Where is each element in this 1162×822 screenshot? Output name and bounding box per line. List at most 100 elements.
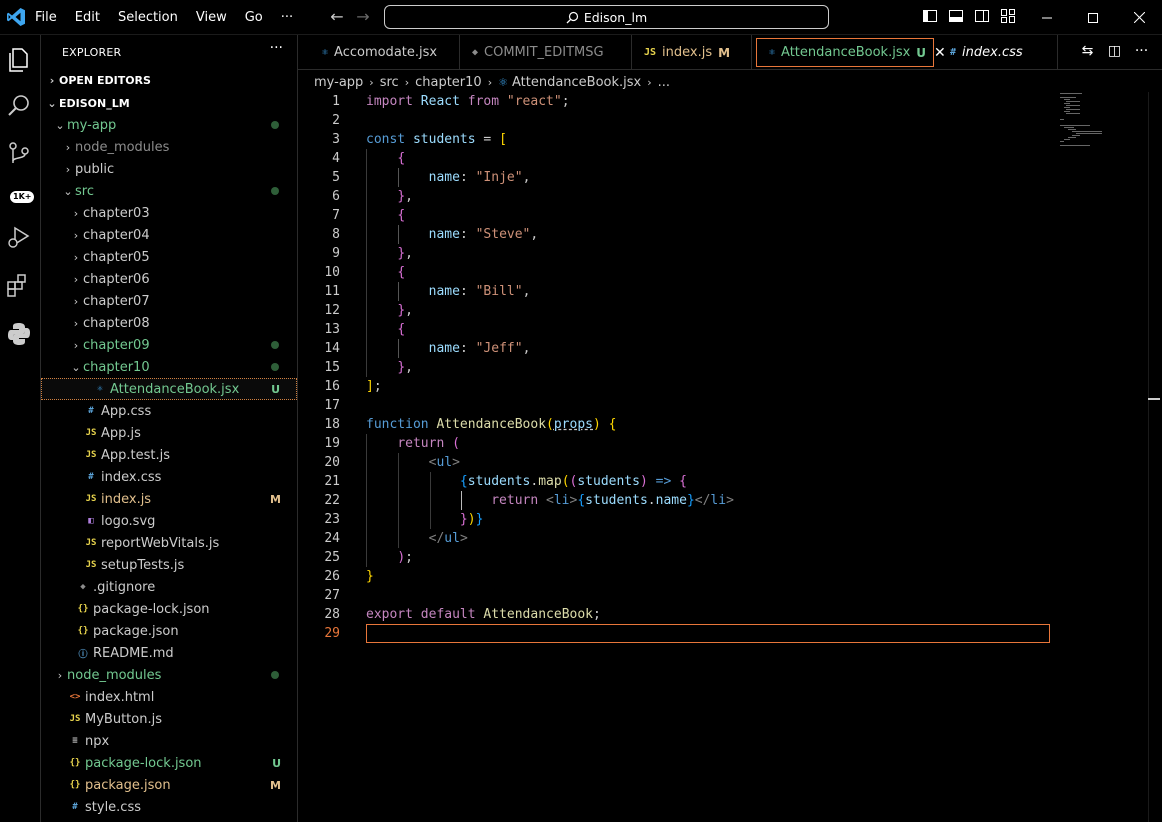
file-type-icon: ⚛: [97, 384, 103, 394]
close-window-button[interactable]: [1116, 0, 1162, 35]
chevron-right-icon: ›: [65, 140, 71, 154]
tab-label: COMMIT_EDITMSG: [484, 45, 604, 60]
breadcrumb-item[interactable]: chapter10: [415, 75, 482, 90]
open-editors-section[interactable]: › OPEN EDITORS: [41, 69, 297, 91]
file-type-icon: ≡: [72, 736, 78, 746]
folder-row[interactable]: ⌄ my-app: [41, 114, 297, 136]
file-row[interactable]: {} package-lock.json: [41, 598, 297, 620]
explorer-icon[interactable]: [4, 45, 34, 75]
vertical-scrollbar[interactable]: [1148, 92, 1149, 822]
code-editor[interactable]: 1 import React from "react"; 2 3 const stu…: [298, 92, 1148, 822]
workspace-root[interactable]: ⌄ EDISON_LM: [41, 92, 297, 114]
indent-guide: [366, 434, 367, 567]
file-row[interactable]: JS reportWebVitals.js: [41, 532, 297, 554]
folder-row[interactable]: › chapter08: [41, 312, 297, 334]
folder-row[interactable]: › chapter03: [41, 202, 297, 224]
menu-go[interactable]: Go: [236, 0, 272, 35]
menu-view[interactable]: View: [187, 0, 236, 35]
folder-row[interactable]: › chapter07: [41, 290, 297, 312]
file-row[interactable]: ◆ .gitignore: [41, 576, 297, 598]
chevron-right-icon: ›: [73, 250, 79, 264]
tab-index-css[interactable]: # index.css: [938, 35, 1058, 70]
breadcrumb-item[interactable]: src: [380, 75, 399, 90]
code-line: 25 );: [324, 550, 413, 565]
file-row[interactable]: {} package.json M: [41, 774, 297, 796]
menu-file[interactable]: File: [26, 0, 66, 35]
explorer-more-button[interactable]: ···: [270, 40, 283, 56]
react-icon: ⚛: [498, 75, 508, 89]
tab-index-js[interactable]: JS index.js M: [632, 35, 752, 70]
run-and-debug-icon[interactable]: [4, 222, 34, 252]
toggle-panel-icon[interactable]: [948, 8, 965, 25]
menu-selection[interactable]: Selection: [109, 0, 187, 35]
tree-item-label: node_modules: [75, 139, 170, 155]
extensions-icon[interactable]: [4, 271, 34, 301]
tree-item-label: index.css: [101, 469, 162, 485]
file-row[interactable]: ◧ logo.svg: [41, 510, 297, 532]
file-row[interactable]: <> index.html: [41, 686, 297, 708]
file-row[interactable]: # style.css: [41, 796, 297, 818]
back-arrow-icon[interactable]: ←: [328, 8, 346, 26]
chevron-right-icon: ›: [369, 75, 374, 89]
folder-row[interactable]: › node_modules: [41, 664, 297, 686]
tree-item-label: package-lock.json: [85, 755, 202, 771]
file-row[interactable]: {} package.json: [41, 620, 297, 642]
menu-edit[interactable]: Edit: [66, 0, 109, 35]
maximize-button[interactable]: [1070, 0, 1116, 35]
file-row[interactable]: JS index.js M: [41, 488, 297, 510]
tree-item-label: package-lock.json: [93, 601, 210, 617]
search-icon: [566, 11, 578, 23]
folder-row[interactable]: › chapter05: [41, 246, 297, 268]
indent-guide: [366, 149, 367, 377]
folder-row[interactable]: ⌄ chapter10: [41, 356, 297, 378]
command-center-search[interactable]: Edison_lm: [384, 5, 829, 29]
code-line: 26}: [324, 569, 374, 584]
folder-row[interactable]: › chapter06: [41, 268, 297, 290]
file-row[interactable]: JS setupTests.js: [41, 554, 297, 576]
file-type-icon: #: [88, 406, 94, 416]
git-changes-dot: [271, 363, 279, 371]
run-debug-icon[interactable]: [4, 187, 34, 217]
code-line: 15 },: [324, 360, 413, 375]
folder-row[interactable]: › node_modules: [41, 136, 297, 158]
file-row[interactable]: ≡ npx: [41, 730, 297, 752]
folder-row[interactable]: › chapter09: [41, 334, 297, 356]
more-actions-icon[interactable]: ···: [1133, 43, 1150, 60]
customize-layout-icon[interactable]: [1000, 8, 1017, 25]
tree-item-label: chapter08: [83, 315, 150, 331]
minimize-button[interactable]: [1024, 0, 1070, 35]
python-icon[interactable]: [4, 319, 34, 349]
toggle-primary-sidebar-icon[interactable]: [922, 8, 939, 25]
file-row[interactable]: JS MyButton.js: [41, 708, 297, 730]
folder-row[interactable]: › chapter04: [41, 224, 297, 246]
tab-commit-editmsg[interactable]: ◆ COMMIT_EDITMSG: [460, 35, 632, 70]
minimap[interactable]: [1056, 92, 1146, 152]
forward-arrow-icon[interactable]: →: [354, 8, 372, 26]
file-type-icon: JS: [85, 450, 97, 460]
open-editors-label: OPEN EDITORS: [59, 73, 151, 87]
breadcrumb-item[interactable]: ...: [658, 75, 670, 90]
split-editor-icon[interactable]: ◫: [1106, 43, 1123, 60]
menu-more-button[interactable]: ···: [272, 0, 302, 35]
toggle-secondary-sidebar-icon[interactable]: [974, 8, 991, 25]
tab-accomodate[interactable]: ⚛ Accomodate.jsx: [310, 35, 460, 70]
folder-row[interactable]: › public: [41, 158, 297, 180]
file-row[interactable]: # index.css: [41, 466, 297, 488]
file-row[interactable]: JS App.test.js: [41, 444, 297, 466]
file-row[interactable]: ⓘ README.md: [41, 642, 297, 664]
file-row[interactable]: JS App.js: [41, 422, 297, 444]
tree-item-label: App.css: [101, 403, 152, 419]
search-activity-icon[interactable]: [4, 91, 34, 121]
folder-row[interactable]: ⌄ src: [41, 180, 297, 202]
file-row[interactable]: ⚛ AttendanceBook.jsx U: [41, 378, 297, 400]
code-line: 3 const students = [: [332, 132, 507, 147]
current-line-highlight: [366, 624, 1050, 643]
file-row[interactable]: {} package-lock.json U: [41, 752, 297, 774]
tab-attendancebook-active[interactable]: ⚛ AttendanceBook.jsx U ✕: [756, 38, 946, 67]
open-changes-icon[interactable]: ⇆: [1079, 43, 1096, 60]
title-bar: File Edit Selection View Go ··· ← → Edis…: [0, 0, 1162, 35]
file-row[interactable]: # App.css: [41, 400, 297, 422]
source-control-icon[interactable]: [4, 139, 34, 169]
breadcrumb-item[interactable]: AttendanceBook.jsx: [512, 75, 641, 90]
breadcrumb-item[interactable]: my-app: [314, 75, 363, 90]
